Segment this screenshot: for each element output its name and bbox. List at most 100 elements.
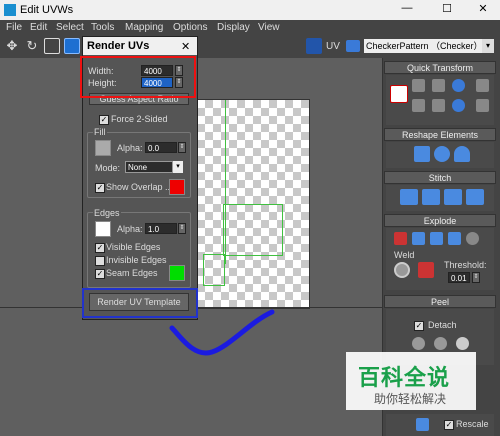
menu-edit[interactable]: Edit xyxy=(30,22,47,33)
rescale-section: ✓ Rescale xyxy=(386,414,494,436)
edges-alpha-spinner[interactable]: ⇕ xyxy=(178,223,186,234)
uv-island-outline xyxy=(203,254,225,286)
align-icon-3[interactable] xyxy=(412,99,425,112)
uv-dropdown[interactable]: UV xyxy=(326,41,340,52)
undo-icon[interactable] xyxy=(456,337,469,350)
fill-color-swatch[interactable] xyxy=(95,140,111,156)
peel-pin-icon[interactable] xyxy=(412,337,425,350)
texture-icon[interactable] xyxy=(306,38,322,54)
edges-alpha-input[interactable]: 1.0 xyxy=(145,223,177,234)
space-icon[interactable] xyxy=(476,79,489,92)
explode-icon-1[interactable] xyxy=(394,232,407,245)
window-title: Edit UVWs xyxy=(20,4,74,16)
fill-mode-label: Mode: xyxy=(95,163,121,173)
detach-checkbox[interactable]: ✓ xyxy=(414,321,424,331)
detach-label: Detach xyxy=(428,320,457,330)
arrange-icon[interactable] xyxy=(416,418,429,431)
relax-icon[interactable] xyxy=(434,146,450,162)
dialog-close-button[interactable]: ✕ xyxy=(181,40,190,53)
scale-icon[interactable] xyxy=(44,38,60,54)
width-height-highlight xyxy=(80,56,196,98)
menu-display[interactable]: Display xyxy=(217,22,250,33)
fill-group-label: Fill xyxy=(93,127,107,137)
weld-label: Weld xyxy=(394,250,415,260)
visible-edges-label: Visible Edges xyxy=(106,242,161,252)
rotate-cw-icon[interactable] xyxy=(452,79,465,92)
stitch-section xyxy=(386,185,494,211)
explode-header[interactable]: Explode xyxy=(384,214,496,227)
explode-icon-5[interactable] xyxy=(466,232,479,245)
quick-transform-section xyxy=(386,75,494,125)
freeform-icon[interactable] xyxy=(64,38,80,54)
fill-mode-arrow-icon[interactable]: ▾ xyxy=(173,161,183,173)
move-icon[interactable]: ✥ xyxy=(4,38,20,54)
watermark-title: 百科全说 xyxy=(358,365,451,390)
stitch-icon-1[interactable] xyxy=(400,189,418,205)
align-icon-4[interactable] xyxy=(432,99,445,112)
show-overlap-label: Show Overlap ... xyxy=(106,182,173,192)
stitch-header[interactable]: Stitch xyxy=(384,171,496,184)
seam-color-swatch[interactable] xyxy=(169,265,185,281)
rescale-label: Rescale xyxy=(456,419,489,429)
space-icon-2[interactable] xyxy=(476,99,489,112)
stitch-icon-4[interactable] xyxy=(466,189,484,205)
invisible-edges-checkbox[interactable] xyxy=(95,256,105,266)
uv-island-outline xyxy=(223,204,283,256)
uv-island-outline xyxy=(197,100,226,264)
align-icon[interactable] xyxy=(412,79,425,92)
straighten-icon[interactable] xyxy=(414,146,430,162)
rotate-ccw-icon[interactable] xyxy=(452,99,465,112)
peel-pin-icon-2[interactable] xyxy=(434,337,447,350)
list-icon[interactable] xyxy=(346,40,360,52)
edges-color-swatch[interactable] xyxy=(95,221,111,237)
close-window-button[interactable]: ✕ xyxy=(468,2,498,18)
menu-file[interactable]: File xyxy=(6,22,22,33)
reshape-elements-header[interactable]: Reshape Elements xyxy=(384,128,496,141)
title-bar: Edit UVWs — ☐ ✕ xyxy=(0,0,500,20)
texture-select[interactable]: CheckerPattern （Checker） xyxy=(364,39,482,53)
checker-texture xyxy=(196,99,310,309)
pivot-icon[interactable] xyxy=(390,85,408,103)
weld-target-icon[interactable] xyxy=(394,262,410,278)
dialog-title: Render UVs xyxy=(87,40,150,52)
force-2sided-label: Force 2-Sided xyxy=(111,114,168,124)
watermark: 百科全说 助你轻松解决 xyxy=(346,352,476,410)
rescale-checkbox[interactable]: ✓ xyxy=(444,420,454,430)
visible-edges-checkbox[interactable]: ✓ xyxy=(95,243,105,253)
fill-mode-select[interactable]: None xyxy=(125,161,173,173)
overlap-color-swatch[interactable] xyxy=(169,179,185,195)
menu-tools[interactable]: Tools xyxy=(91,22,114,33)
relax-icon-2[interactable] xyxy=(454,146,470,162)
maximize-button[interactable]: ☐ xyxy=(432,2,462,18)
fill-alpha-input[interactable]: 0.0 xyxy=(145,142,177,153)
threshold-label: Threshold: xyxy=(444,260,487,270)
explode-icon-2[interactable] xyxy=(412,232,425,245)
edges-group-label: Edges xyxy=(93,208,121,218)
menu-view[interactable]: View xyxy=(258,22,280,33)
invisible-edges-label: Invisible Edges xyxy=(106,255,167,265)
show-overlap-checkbox[interactable]: ✓ xyxy=(95,183,105,193)
stitch-icon-3[interactable] xyxy=(444,189,462,205)
menu-select[interactable]: Select xyxy=(56,22,84,33)
toolbar: ✥ ↻ UV CheckerPattern （Checker） ▾ xyxy=(0,36,500,59)
fill-alpha-spinner[interactable]: ⇕ xyxy=(178,142,186,153)
peel-header[interactable]: Peel xyxy=(384,295,496,308)
reshape-elements-section xyxy=(386,142,494,168)
minimize-button[interactable]: — xyxy=(392,2,422,18)
seam-edges-checkbox[interactable]: ✓ xyxy=(95,269,105,279)
quick-transform-header[interactable]: Quick Transform xyxy=(384,61,496,74)
force-2sided-checkbox[interactable]: ✓ xyxy=(99,115,109,125)
threshold-input[interactable]: 0.01 xyxy=(448,272,470,283)
threshold-spinner[interactable]: ⇕ xyxy=(472,272,480,283)
explode-icon-3[interactable] xyxy=(430,232,443,245)
align-icon-2[interactable] xyxy=(432,79,445,92)
rotate-icon[interactable]: ↻ xyxy=(24,38,40,54)
texture-select-arrow-icon[interactable]: ▾ xyxy=(482,39,494,53)
stitch-icon-2[interactable] xyxy=(422,189,440,205)
explode-icon-4[interactable] xyxy=(448,232,461,245)
menu-options[interactable]: Options xyxy=(173,22,207,33)
edges-alpha-label: Alpha: xyxy=(117,224,143,234)
fill-alpha-label: Alpha: xyxy=(117,143,143,153)
weld-selected-icon[interactable] xyxy=(418,262,434,278)
menu-mapping[interactable]: Mapping xyxy=(125,22,163,33)
